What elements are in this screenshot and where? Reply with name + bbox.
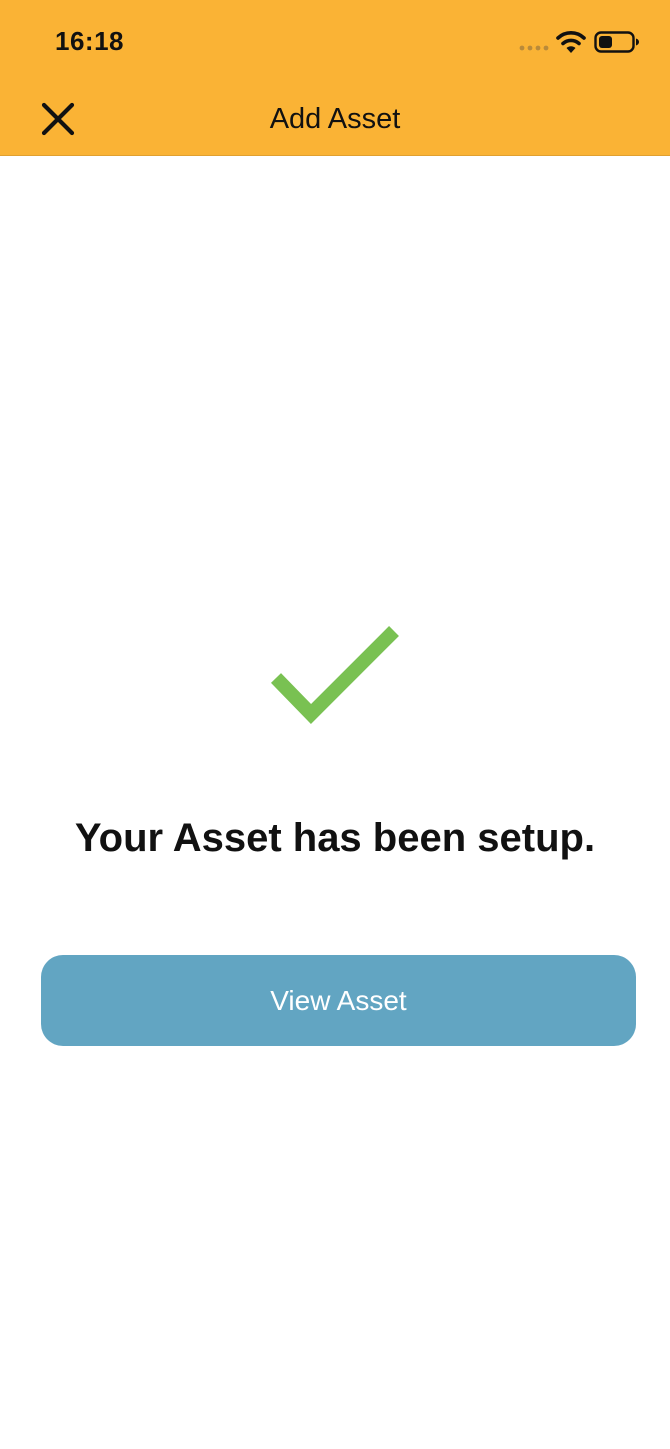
page-title: Add Asset	[269, 103, 401, 135]
battery-icon	[594, 31, 639, 53]
nav-header: 16:18 Add Asset	[0, 0, 670, 156]
wifi-icon	[556, 31, 586, 53]
success-message: Your Asset has been setup.	[74, 816, 596, 860]
status-time: 16:18	[55, 26, 124, 56]
view-asset-button[interactable]: View Asset	[41, 955, 636, 1046]
checkmark-icon	[270, 626, 399, 724]
cellular-signal-icon	[519, 45, 549, 51]
